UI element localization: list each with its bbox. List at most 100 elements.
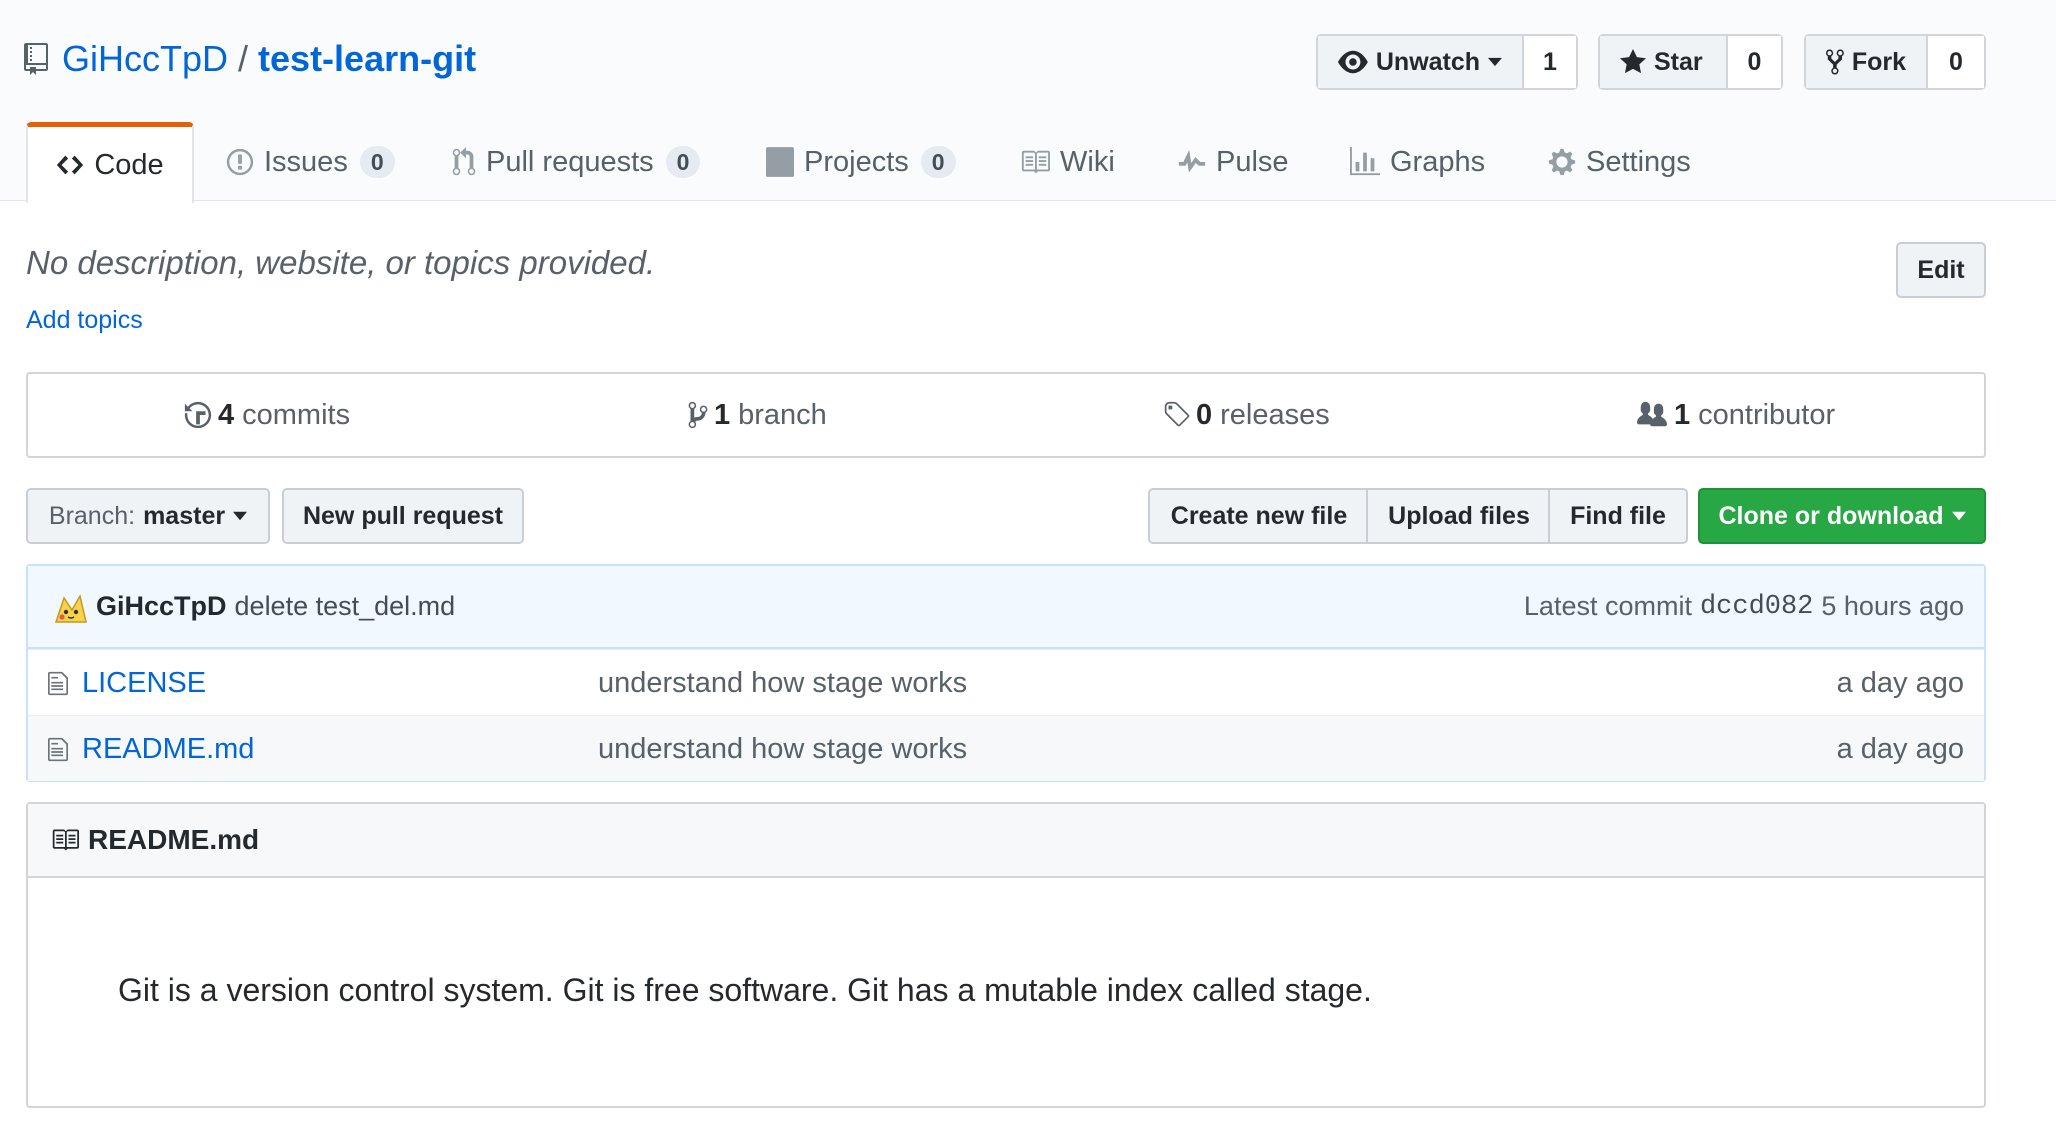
- tab-projects-label: Projects: [804, 145, 909, 178]
- repo-title: GiHccTpD / test-learn-git: [24, 36, 476, 82]
- clone-or-download-button[interactable]: Clone or download: [1698, 488, 1986, 544]
- readme-content: Git is a version control system. Git is …: [118, 972, 1372, 1008]
- edit-description-button[interactable]: Edit: [1896, 242, 1986, 298]
- readme-panel: README.md Git is a version control syste…: [26, 802, 1986, 1108]
- table-row: README.md understand how stage works a d…: [28, 715, 1984, 781]
- repo-path-separator: /: [238, 38, 249, 79]
- tab-projects[interactable]: Projects 0: [766, 122, 956, 202]
- tab-pulse[interactable]: Pulse: [1178, 122, 1289, 202]
- caret-down-icon: [1488, 57, 1502, 67]
- readme-title: README.md: [88, 824, 260, 855]
- unwatch-label: Unwatch: [1375, 47, 1481, 76]
- code-icon: [57, 155, 84, 175]
- fork-button[interactable]: Fork: [1806, 36, 1928, 88]
- create-new-file-button[interactable]: Create new file: [1148, 488, 1370, 544]
- people-icon: [1637, 401, 1667, 427]
- branch-select-button[interactable]: Branch: master: [26, 488, 270, 544]
- pull-requests-counter: 0: [665, 146, 701, 178]
- tab-wiki[interactable]: Wiki: [1020, 122, 1115, 202]
- find-file-button[interactable]: Find file: [1548, 488, 1688, 544]
- add-topics-link[interactable]: Add topics: [26, 306, 143, 335]
- caret-down-icon: [1951, 511, 1966, 521]
- table-row: LICENSE understand how stage works a day…: [28, 649, 1984, 715]
- repo-description: No description, website, or topics provi…: [26, 244, 656, 281]
- commits-count: 4: [218, 398, 235, 431]
- star-label: Star: [1654, 47, 1703, 76]
- star-button-group: Star 0: [1598, 34, 1783, 90]
- fork-button-group: Fork 0: [1804, 34, 1986, 90]
- repo-name-link[interactable]: test-learn-git: [258, 36, 476, 82]
- tab-issues[interactable]: Issues 0: [226, 122, 395, 202]
- history-icon: [184, 401, 212, 429]
- fork-icon: [1826, 49, 1844, 75]
- watchers-count[interactable]: 1: [1524, 36, 1576, 88]
- pull-request-icon: [452, 147, 476, 176]
- file-icon: [48, 737, 68, 762]
- contributors-link[interactable]: 1 contributor: [1636, 374, 1835, 456]
- tab-pull-requests-label: Pull requests: [486, 145, 654, 178]
- stargazers-count[interactable]: 0: [1728, 36, 1781, 88]
- new-pull-request-button[interactable]: New pull request: [282, 488, 524, 544]
- repo-header: GiHccTpD / test-learn-git Unwatch 1 Star…: [0, 0, 2056, 203]
- star-icon: [1620, 49, 1646, 74]
- contributors-label: contributor: [1698, 398, 1836, 431]
- latest-commit-summary: GiHccTpD delete test_del.md: [96, 566, 455, 647]
- latest-commit-bar: GiHccTpD delete test_del.md Latest commi…: [28, 566, 1984, 649]
- tab-code[interactable]: Code: [26, 122, 194, 203]
- readme-header: README.md: [28, 804, 1984, 878]
- commits-link[interactable]: 4 commits: [184, 374, 350, 456]
- tab-graphs[interactable]: Graphs: [1350, 122, 1485, 202]
- branch-name: master: [143, 501, 226, 530]
- releases-count: 0: [1196, 398, 1213, 431]
- releases-link[interactable]: 0 releases: [1162, 374, 1330, 456]
- clone-or-download-label: Clone or download: [1718, 501, 1944, 530]
- upload-files-button[interactable]: Upload files: [1366, 488, 1552, 544]
- file-commit-message[interactable]: understand how stage works: [598, 716, 967, 782]
- tag-icon: [1164, 401, 1190, 427]
- repo-icon: [24, 43, 48, 75]
- pulse-icon: [1178, 150, 1206, 173]
- star-button[interactable]: Star: [1600, 36, 1728, 88]
- unwatch-button[interactable]: Unwatch: [1318, 36, 1524, 88]
- tab-graphs-label: Graphs: [1390, 145, 1486, 178]
- tab-code-label: Code: [94, 148, 164, 181]
- tab-settings[interactable]: Settings: [1548, 122, 1691, 202]
- repo-numbers-summary: 4 commits 1 branch 0 releases 1 contribu…: [26, 372, 1986, 458]
- commit-author-link[interactable]: GiHccTpD: [96, 591, 227, 622]
- branches-count: 1: [714, 398, 731, 431]
- book-icon: [52, 829, 79, 851]
- branch-prefix: Branch:: [48, 501, 136, 530]
- file-name-link[interactable]: LICENSE: [82, 650, 206, 716]
- latest-commit-label: Latest commit: [1523, 591, 1692, 621]
- releases-label: releases: [1220, 398, 1330, 431]
- fork-label: Fork: [1851, 47, 1906, 76]
- projects-counter: 0: [920, 146, 956, 178]
- file-age: a day ago: [1836, 732, 1964, 765]
- tab-wiki-label: Wiki: [1060, 145, 1115, 178]
- issues-counter: 0: [359, 146, 395, 178]
- contributors-count: 1: [1674, 398, 1691, 431]
- latest-commit-meta: Latest commit dccd082 5 hours ago: [1524, 566, 1964, 647]
- branches-label: branch: [738, 398, 827, 431]
- repo-owner-link[interactable]: GiHccTpD: [62, 36, 228, 82]
- graph-icon: [1350, 147, 1380, 176]
- file-commit-message[interactable]: understand how stage works: [598, 650, 967, 716]
- caret-down-icon: [233, 511, 248, 521]
- eye-icon: [1338, 50, 1368, 74]
- book-icon: [1021, 150, 1050, 174]
- project-icon: [766, 147, 794, 177]
- latest-commit-age: 5 hours ago: [1821, 591, 1964, 621]
- forks-count[interactable]: 0: [1928, 36, 1984, 88]
- watch-button-group: Unwatch 1: [1316, 34, 1578, 90]
- tab-pull-requests[interactable]: Pull requests 0: [452, 122, 701, 202]
- commit-message-link[interactable]: delete test_del.md: [235, 591, 456, 622]
- tab-settings-label: Settings: [1586, 145, 1691, 178]
- branches-link[interactable]: 1 branch: [688, 374, 827, 456]
- file-name-link[interactable]: README.md: [82, 716, 254, 782]
- avatar[interactable]: [50, 588, 90, 628]
- commit-sha-link[interactable]: dccd082: [1700, 592, 1813, 622]
- tab-pulse-label: Pulse: [1216, 145, 1289, 178]
- tab-issues-label: Issues: [264, 145, 348, 178]
- avatar-image: [50, 588, 90, 628]
- issue-icon: [226, 148, 254, 176]
